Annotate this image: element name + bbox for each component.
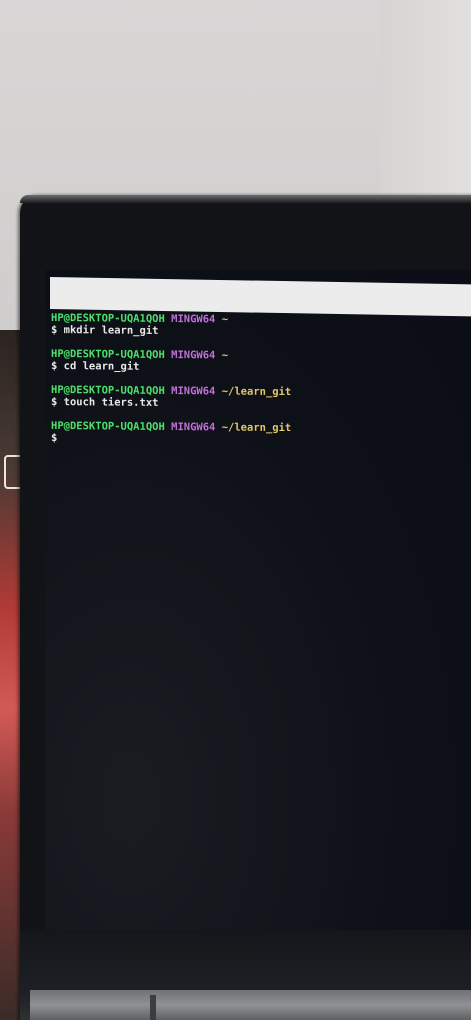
- laptop-screen: HP@DESKTOP-UQA1QOH MINGW64 ~ $ mkdir lea…: [45, 270, 471, 930]
- prompt-system: MINGW64: [171, 349, 216, 362]
- laptop-hinge-notch: [150, 995, 156, 1020]
- prompt-user-host: HP@DESKTOP-UQA1QOH: [51, 384, 165, 397]
- prompt-path: ~/learn_git: [221, 421, 292, 435]
- terminal-prompt-block: HP@DESKTOP-UQA1QOH MINGW64 ~/learn_git $…: [51, 384, 461, 412]
- terminal-prompt-block: HP@DESKTOP-UQA1QOH MINGW64 ~ $ cd learn_…: [51, 348, 461, 376]
- prompt-path: ~: [221, 349, 229, 362]
- laptop-hinge: [30, 990, 471, 1020]
- terminal-prompt-block: HP@DESKTOP-UQA1QOH MINGW64 ~/learn_git $: [51, 420, 461, 448]
- prompt-user-host: HP@DESKTOP-UQA1QOH: [51, 312, 165, 325]
- terminal-output[interactable]: HP@DESKTOP-UQA1QOH MINGW64 ~ $ mkdir lea…: [51, 312, 461, 460]
- prompt-user-host: HP@DESKTOP-UQA1QOH: [51, 420, 165, 433]
- command-line: $ cd learn_git: [51, 360, 140, 373]
- prompt-system: MINGW64: [171, 313, 216, 326]
- prompt-path: ~: [221, 313, 229, 326]
- command-line: $ mkdir learn_git: [51, 324, 159, 337]
- laptop-rim: [20, 195, 471, 203]
- prompt-system: MINGW64: [171, 421, 216, 434]
- prompt-system: MINGW64: [171, 385, 216, 398]
- command-input-line[interactable]: $: [51, 432, 461, 448]
- terminal-title-bar[interactable]: [50, 277, 471, 317]
- terminal-prompt-block: HP@DESKTOP-UQA1QOH MINGW64 ~ $ mkdir lea…: [51, 312, 461, 340]
- command-line: $ touch tiers.txt: [51, 396, 159, 409]
- prompt-user-host: HP@DESKTOP-UQA1QOH: [51, 348, 165, 361]
- photo-scene: HP@DESKTOP-UQA1QOH MINGW64 ~ $ mkdir lea…: [0, 0, 471, 1020]
- prompt-path: ~/learn_git: [221, 385, 292, 399]
